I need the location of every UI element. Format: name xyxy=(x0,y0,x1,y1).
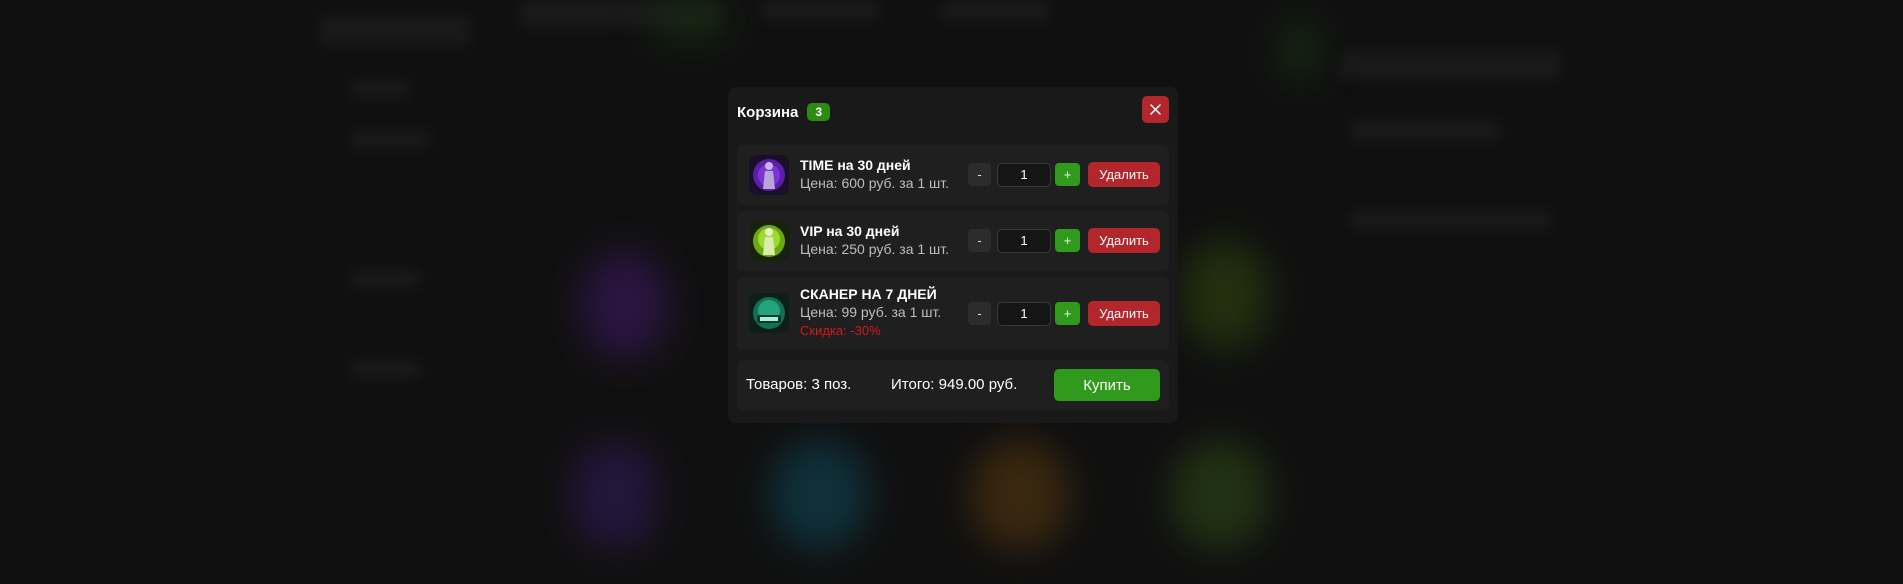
cart-title: Корзина xyxy=(737,103,799,121)
product-price: Цена: 600 руб. за 1 шт. xyxy=(800,175,950,191)
product-name: TIME на 30 дней xyxy=(800,157,911,173)
remove-item-button[interactable]: Удалить xyxy=(1088,162,1160,187)
product-thumbnail-vip xyxy=(749,221,789,261)
product-price: Цена: 99 руб. за 1 шт. xyxy=(800,304,942,320)
increase-quantity-button[interactable]: + xyxy=(1055,229,1080,252)
items-count: Товаров: 3 поз. xyxy=(746,376,852,393)
decrease-quantity-button[interactable]: - xyxy=(968,229,991,252)
increase-quantity-button[interactable]: + xyxy=(1055,163,1080,186)
decrease-quantity-button[interactable]: - xyxy=(968,163,991,186)
close-icon xyxy=(1150,104,1161,115)
increase-quantity-button[interactable]: + xyxy=(1055,302,1080,325)
cart-item: TIME на 30 дней Цена: 600 руб. за 1 шт. … xyxy=(737,145,1169,205)
decrease-quantity-button[interactable]: - xyxy=(968,302,991,325)
cart-count-badge: 3 xyxy=(807,103,831,121)
cart-footer: Товаров: 3 поз. Итого: 949.00 руб. Купит… xyxy=(737,360,1169,410)
buy-button[interactable]: Купить xyxy=(1054,369,1160,401)
close-button[interactable] xyxy=(1142,96,1169,123)
product-discount: Скидка: -30% xyxy=(800,323,881,338)
remove-item-button[interactable]: Удалить xyxy=(1088,301,1160,326)
product-thumbnail-scanner xyxy=(749,293,789,333)
cart-modal: Корзина 3 TIME на 30 дней Цена: 600 руб.… xyxy=(728,87,1178,423)
cart-item: VIP на 30 дней Цена: 250 руб. за 1 шт. -… xyxy=(737,211,1169,271)
remove-item-button[interactable]: Удалить xyxy=(1088,228,1160,253)
product-thumbnail-time xyxy=(749,155,789,195)
quantity-input[interactable] xyxy=(997,301,1051,326)
product-name: СКАНЕР НА 7 ДНЕЙ xyxy=(800,286,937,302)
cart-item: СКАНЕР НА 7 ДНЕЙ Цена: 99 руб. за 1 шт. … xyxy=(737,277,1169,350)
quantity-input[interactable] xyxy=(997,228,1051,253)
cart-header: Корзина 3 xyxy=(737,102,831,122)
product-price: Цена: 250 руб. за 1 шт. xyxy=(800,241,950,257)
total-price: Итого: 949.00 руб. xyxy=(891,376,1018,393)
quantity-input[interactable] xyxy=(997,162,1051,187)
product-name: VIP на 30 дней xyxy=(800,223,900,239)
